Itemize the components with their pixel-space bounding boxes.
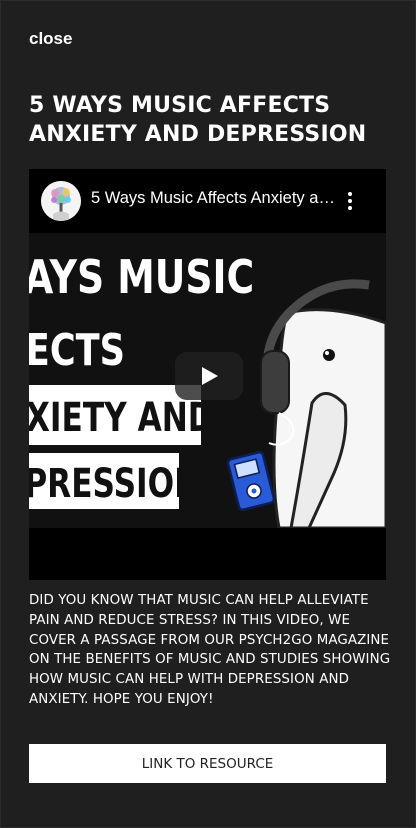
character-illustration bbox=[260, 279, 386, 530]
close-button[interactable]: close bbox=[29, 29, 72, 49]
thumbnail-line-3: XIETY AND bbox=[29, 395, 214, 441]
more-vert-icon[interactable] bbox=[342, 187, 358, 215]
play-icon bbox=[175, 352, 243, 400]
link-to-resource-button[interactable]: LINK TO RESOURCE bbox=[29, 744, 386, 783]
video-modal: close 5 WAYS MUSIC AFFECTS ANXIETY AND D… bbox=[0, 0, 416, 828]
video-player[interactable]: 5 Ways Music Affects Anxiety and Depress… bbox=[29, 169, 386, 580]
player-top-bar: 5 Ways Music Affects Anxiety and Depress… bbox=[29, 169, 386, 233]
page-title: 5 WAYS MUSIC AFFECTS ANXIETY AND DEPRESS… bbox=[29, 93, 367, 147]
channel-avatar[interactable] bbox=[41, 181, 81, 221]
video-description: DID YOU KNOW THAT MUSIC CAN HELP ALLEVIA… bbox=[29, 593, 391, 707]
thumbnail-line-4: PRESSION bbox=[29, 461, 200, 507]
play-button[interactable] bbox=[175, 352, 243, 400]
thumbnail-line-1: AYS MUSIC bbox=[29, 250, 254, 304]
channel-avatar-icon bbox=[41, 181, 81, 221]
video-title[interactable]: 5 Ways Music Affects Anxiety and Depress… bbox=[91, 189, 336, 208]
thumbnail-line-2: ECTS bbox=[29, 325, 125, 376]
